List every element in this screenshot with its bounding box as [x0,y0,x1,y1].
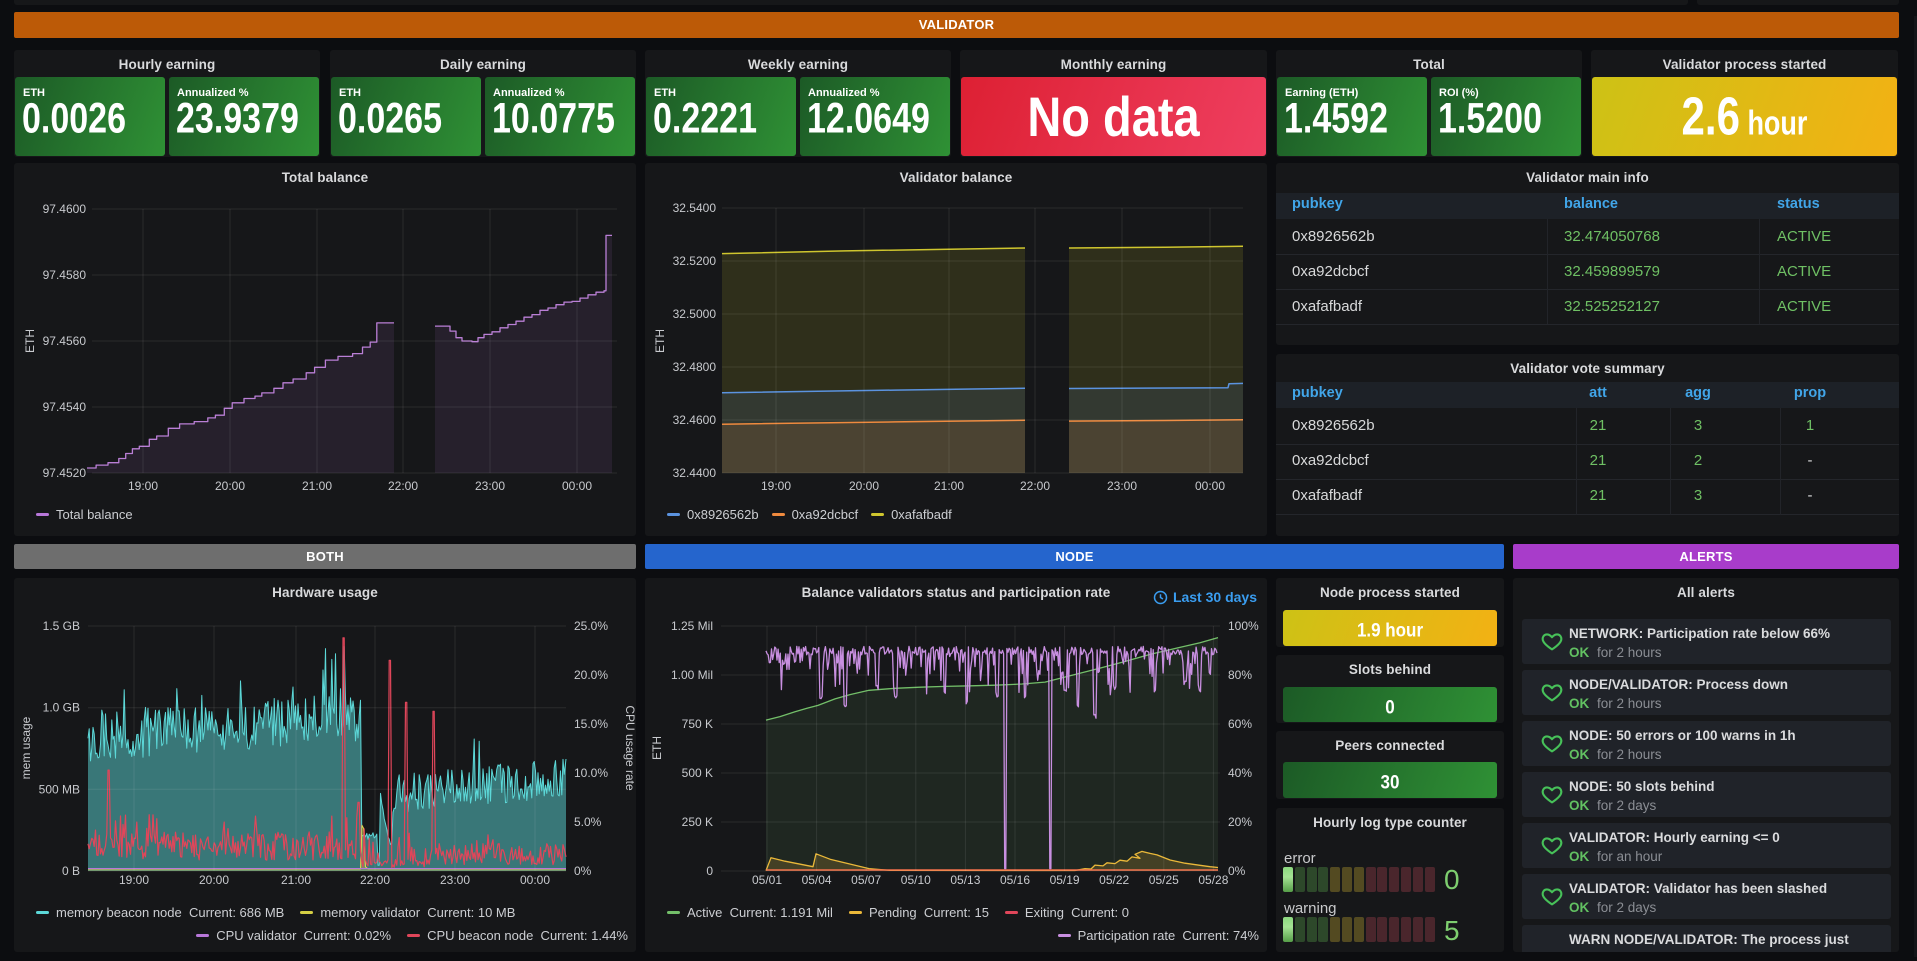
svg-text:23:00: 23:00 [440,873,470,887]
svg-text:100%: 100% [1228,619,1259,633]
svg-text:19:00: 19:00 [128,479,158,493]
svg-text:05/28: 05/28 [1198,873,1228,887]
svg-text:05/04: 05/04 [802,873,832,887]
svg-text:32.5000: 32.5000 [673,307,717,321]
svg-text:ETH: ETH [653,329,667,353]
svg-text:20:00: 20:00 [199,873,229,887]
svg-text:05/10: 05/10 [901,873,931,887]
svg-text:500 MB: 500 MB [39,782,80,796]
svg-text:1.25 Mil: 1.25 Mil [671,619,713,633]
svg-text:40%: 40% [1228,766,1252,780]
svg-text:1.0 GB: 1.0 GB [43,701,80,715]
svg-text:0: 0 [706,864,713,878]
svg-text:05/25: 05/25 [1149,873,1179,887]
svg-text:32.5400: 32.5400 [673,201,717,215]
svg-text:750 K: 750 K [682,717,713,731]
svg-text:97.4520: 97.4520 [43,466,87,480]
svg-text:97.4540: 97.4540 [43,400,87,414]
svg-text:05/22: 05/22 [1099,873,1129,887]
svg-text:ETH: ETH [23,329,37,353]
svg-text:20:00: 20:00 [849,479,879,493]
svg-text:21:00: 21:00 [934,479,964,493]
svg-text:05/01: 05/01 [752,873,782,887]
svg-text:0%: 0% [1228,864,1246,878]
svg-text:23:00: 23:00 [1107,479,1137,493]
svg-text:0 B: 0 B [62,864,80,878]
svg-text:1.5 GB: 1.5 GB [43,619,80,633]
svg-text:00:00: 00:00 [562,479,592,493]
svg-text:05/16: 05/16 [1000,873,1030,887]
svg-text:80%: 80% [1228,668,1252,682]
svg-text:23:00: 23:00 [475,479,505,493]
svg-text:21:00: 21:00 [281,873,311,887]
svg-text:32.4800: 32.4800 [673,360,717,374]
svg-text:19:00: 19:00 [119,873,149,887]
svg-text:20:00: 20:00 [215,479,245,493]
svg-text:10.0%: 10.0% [574,766,608,780]
svg-text:ETH: ETH [650,736,664,760]
svg-text:05/13: 05/13 [950,873,980,887]
svg-text:20%: 20% [1228,815,1252,829]
svg-text:250 K: 250 K [682,815,713,829]
svg-text:21:00: 21:00 [302,479,332,493]
svg-text:19:00: 19:00 [761,479,791,493]
svg-text:1.00 Mil: 1.00 Mil [671,668,713,682]
svg-text:500 K: 500 K [682,766,713,780]
svg-text:97.4600: 97.4600 [43,202,87,216]
svg-text:5.0%: 5.0% [574,815,602,829]
svg-text:00:00: 00:00 [1195,479,1225,493]
svg-text:22:00: 22:00 [388,479,418,493]
svg-text:00:00: 00:00 [520,873,550,887]
svg-text:32.4600: 32.4600 [673,413,717,427]
svg-text:22:00: 22:00 [360,873,390,887]
svg-text:15.0%: 15.0% [574,717,608,731]
svg-text:32.4400: 32.4400 [673,466,717,480]
svg-text:05/07: 05/07 [851,873,881,887]
svg-text:0%: 0% [574,864,592,878]
svg-text:05/19: 05/19 [1050,873,1080,887]
svg-text:97.4560: 97.4560 [43,334,87,348]
svg-text:CPU usage rate: CPU usage rate [623,705,636,791]
svg-text:22:00: 22:00 [1020,479,1050,493]
svg-text:25.0%: 25.0% [574,619,608,633]
svg-text:32.5200: 32.5200 [673,254,717,268]
svg-text:mem usage: mem usage [19,716,33,779]
svg-text:97.4580: 97.4580 [43,268,87,282]
svg-text:20.0%: 20.0% [574,668,608,682]
svg-text:60%: 60% [1228,717,1252,731]
